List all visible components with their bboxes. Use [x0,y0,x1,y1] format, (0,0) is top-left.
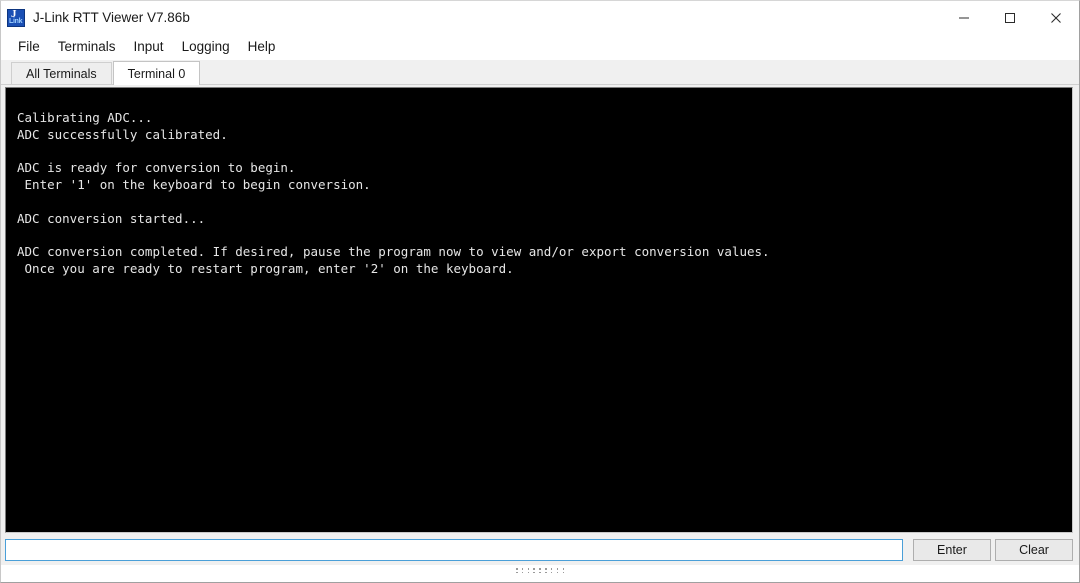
grip-dot [550,571,553,573]
app-icon-label-link: Link [9,17,23,25]
menu-item-terminals[interactable]: Terminals [49,35,125,59]
minimize-icon[interactable] [941,1,987,34]
grip-dot [521,568,524,570]
grip-dot [516,568,518,570]
grip-dot [539,571,541,573]
grip-dot [527,568,530,570]
grip-dot [521,571,524,573]
grip-dot [562,568,564,570]
jlink-app-icon: J Link [7,8,25,27]
menu-item-file[interactable]: File [9,35,49,59]
grip-dot [539,568,541,570]
app-window: J Link J-Link RTT Viewer V7.86b File Ter… [0,0,1080,583]
grip-dot [545,568,547,570]
close-icon[interactable] [1033,1,1079,34]
enter-button[interactable]: Enter [913,539,991,561]
terminal-command-input[interactable] [5,539,903,561]
tab-all-terminals[interactable]: All Terminals [11,62,112,84]
grip-dot [545,571,547,573]
maximize-icon[interactable] [987,1,1033,34]
menu-item-help[interactable]: Help [239,35,285,59]
clear-button[interactable]: Clear [995,539,1073,561]
terminal-surface[interactable]: Calibrating ADC... ADC successfully cali… [5,87,1073,533]
grip-dot [533,571,535,573]
menu-bar: File Terminals Input Logging Help [1,34,1079,60]
tab-terminal-0[interactable]: Terminal 0 [112,61,201,85]
grip-dot [556,568,559,570]
grip-dot-row [516,571,564,573]
tab-strip: All Terminals Terminal 0 [1,60,1079,85]
grip-dot [533,568,535,570]
title-bar[interactable]: J Link J-Link RTT Viewer V7.86b [1,1,1079,34]
grip-dot [562,571,564,573]
grip-dot [550,568,553,570]
input-bar: Enter Clear [1,535,1079,565]
terminal-panel: Calibrating ADC... ADC successfully cali… [1,85,1079,535]
window-controls [941,1,1079,34]
grip-dot [516,571,518,573]
status-strip [1,565,1079,582]
grip-dot [527,571,530,573]
terminal-output: Calibrating ADC... ADC successfully cali… [17,110,770,277]
resize-grip[interactable] [516,568,564,577]
menu-item-input[interactable]: Input [125,35,173,59]
grip-dot [556,571,559,573]
menu-item-logging[interactable]: Logging [173,35,239,59]
window-title: J-Link RTT Viewer V7.86b [33,10,190,25]
grip-dot-row [516,568,564,570]
